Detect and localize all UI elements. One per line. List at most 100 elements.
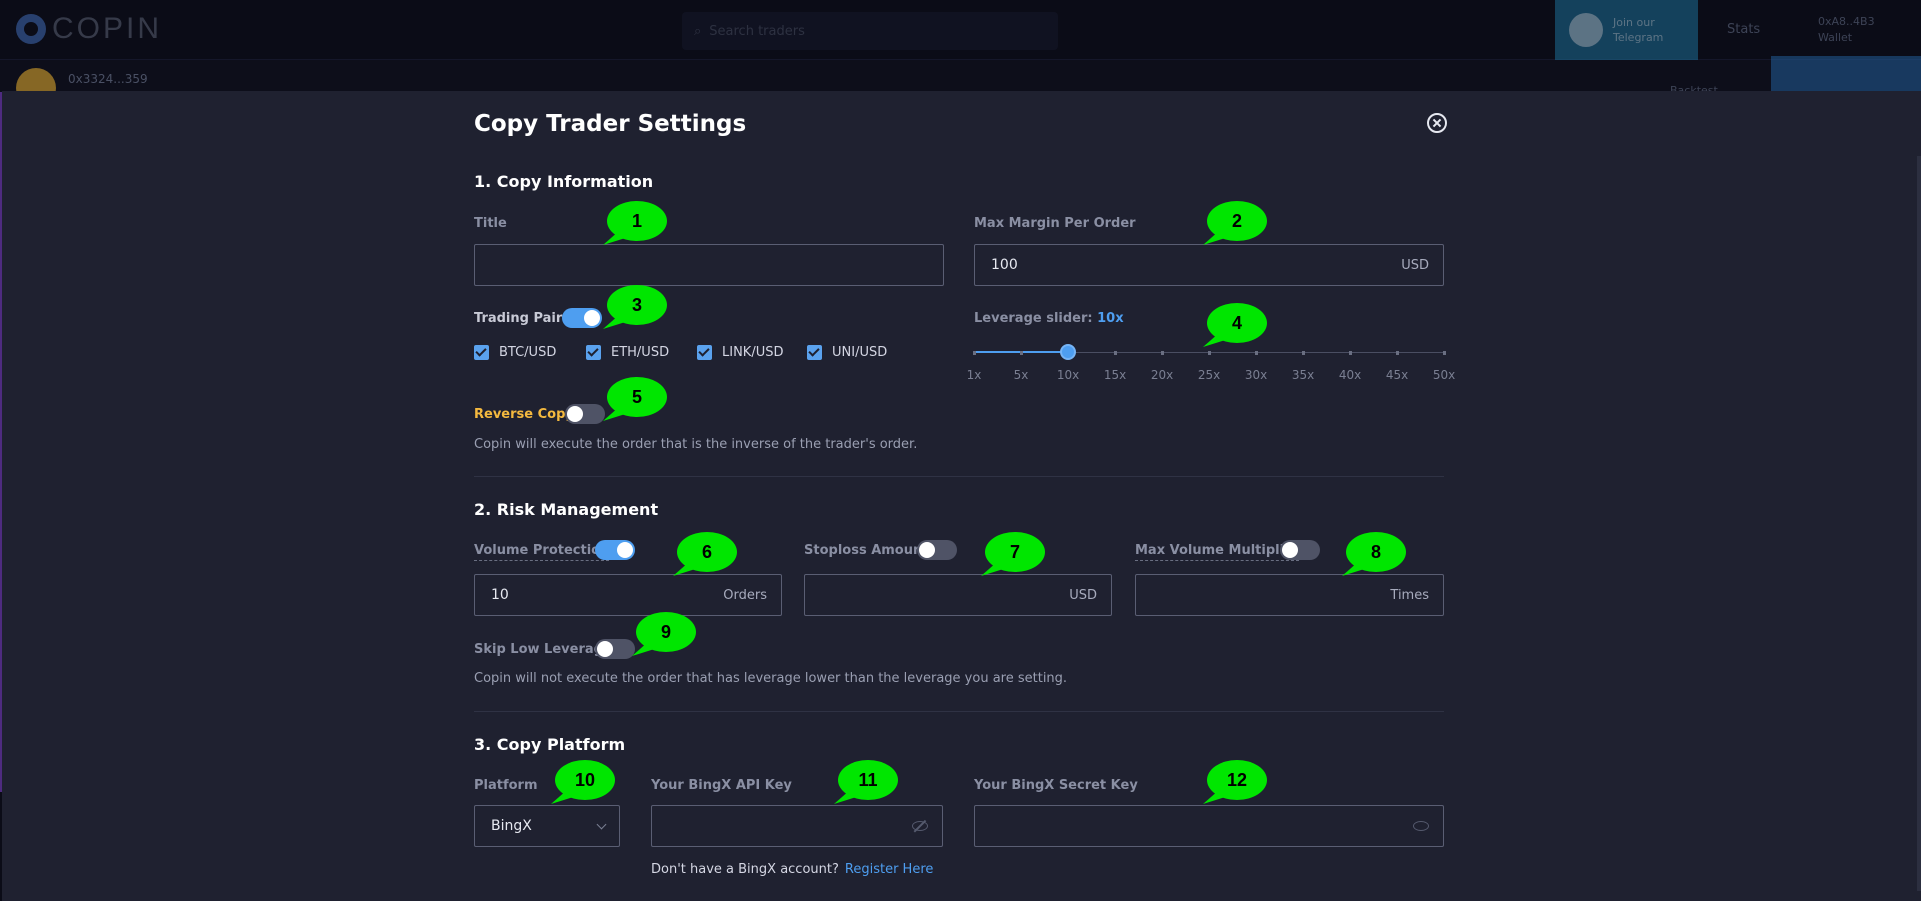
checkbox-checked-icon [807,345,822,360]
slider-tick-label: 15x [1103,368,1127,382]
title-input[interactable] [474,244,944,286]
slider-thumb[interactable] [1060,344,1076,360]
volume-protection-value: 10 [491,587,509,603]
no-account-text: Don't have a BingX account? [651,862,839,877]
annotation-number: 2 [1231,211,1242,231]
eye-icon[interactable] [1413,821,1429,831]
secret-key-input[interactable] [974,805,1444,847]
slider-step-dot [1208,351,1211,355]
max-volume-multiplier-unit: Times [1390,587,1429,603]
telegram-button[interactable]: Join our Telegram [1555,0,1698,60]
stoploss-input[interactable]: USD [804,574,1112,616]
slider-step-dot [1255,351,1258,355]
annotation-number: 9 [660,622,671,642]
app-top-bar: COPIN ⌕ Search traders Join our Telegram… [0,0,1921,60]
copin-logo[interactable]: COPIN [16,12,162,46]
api-key-label: Your BingX API Key [651,778,792,793]
pair-label: BTC/USD [499,345,557,360]
copy-trader-button[interactable] [1771,56,1921,92]
annotation-bubble-9: 9 [632,612,706,656]
volume-protection-label: Volume Protection [474,543,610,561]
logo-icon [16,14,46,44]
top-search-input[interactable]: ⌕ Search traders [682,12,1058,50]
slider-step-dot [1020,351,1023,355]
close-icon[interactable] [1427,113,1447,133]
pair-label: ETH/USD [611,345,670,360]
slider-tick-label: 1x [966,368,982,382]
annotation-bubble-2: 2 [1203,201,1277,245]
pair-checkbox-uni[interactable]: UNI/USD [807,345,887,360]
api-key-input[interactable] [651,805,943,847]
telegram-line-2: Telegram [1613,31,1664,44]
pair-checkbox-eth[interactable]: ETH/USD [586,345,669,360]
annotation-bubble-12: 12 [1203,760,1277,804]
modal-scrollbar[interactable] [1917,156,1921,891]
trader-address: 0x3324...359 [68,72,148,86]
trading-pairs-toggle[interactable] [562,308,602,328]
annotation-number: 3 [631,295,642,315]
slider-tick-label: 40x [1338,368,1362,382]
slider-step-dot [1396,351,1399,355]
checkbox-checked-icon [586,345,601,360]
slider-step-dot [973,351,976,355]
annotation-number: 7 [1009,542,1020,562]
checkbox-checked-icon [474,345,489,360]
skip-low-leverage-label: Skip Low Leverage [474,642,612,657]
slider-tick-label: 5x [1013,368,1029,382]
telegram-line-1: Join our [1613,16,1655,29]
volume-protection-unit: Orders [723,587,767,603]
leverage-value: 10x [1097,311,1124,326]
volume-protection-input[interactable]: 10 Orders [474,574,782,616]
user-wallet-button[interactable]: 0xA8..4B3 Wallet [1818,14,1875,46]
register-link[interactable]: Register Here [845,862,934,877]
annotation-bubble-7: 7 [981,532,1055,576]
annotation-bubble-3: 3 [603,285,677,329]
reverse-copy-toggle[interactable] [565,404,605,424]
chevron-down-icon [596,819,607,829]
skip-low-leverage-description: Copin will not execute the order that ha… [474,671,1068,686]
stoploss-toggle[interactable] [917,540,957,560]
slider-tick-label: 20x [1150,368,1174,382]
annotation-bubble-8: 8 [1342,532,1416,576]
max-volume-multiplier-label: Max Volume Multiplier [1135,543,1300,561]
section-copy-platform-title: 3. Copy Platform [474,735,626,754]
pair-label: LINK/USD [722,345,784,360]
slider-step-dot [1114,351,1117,355]
section-divider [474,476,1444,477]
register-prompt: Don't have a BingX account? Register Here [651,862,933,877]
section-divider [474,711,1444,712]
top-nav-link[interactable]: Stats [1727,22,1760,37]
stoploss-unit: USD [1069,587,1097,603]
annotation-bubble-1: 1 [603,201,677,245]
pair-checkbox-btc[interactable]: BTC/USD [474,345,556,360]
section-copy-information-title: 1. Copy Information [474,172,654,191]
user-wallet-label: Wallet [1818,31,1853,44]
volume-protection-toggle[interactable] [595,540,635,560]
slider-tick-label: 50x [1432,368,1456,382]
title-label: Title [474,216,507,231]
max-volume-multiplier-toggle[interactable] [1280,540,1320,560]
stoploss-label: Stoploss Amount [804,543,929,558]
annotation-number: 12 [1226,770,1248,790]
slider-step-dot [1349,351,1352,355]
skip-low-leverage-toggle[interactable] [595,639,635,659]
annotation-number: 1 [631,211,642,231]
max-volume-multiplier-input[interactable]: Times [1135,574,1444,616]
slider-step-dot [1302,351,1305,355]
search-placeholder: Search traders [709,23,805,39]
annotation-bubble-5: 5 [603,377,677,421]
leverage-label-text: Leverage slider: [974,311,1093,326]
annotation-bubble-11: 11 [834,760,908,804]
section-risk-management-title: 2. Risk Management [474,500,659,519]
leverage-label: Leverage slider: 10x [974,311,1124,326]
logo-text: COPIN [52,12,163,45]
eye-off-icon[interactable] [912,821,928,831]
slider-tick-label: 35x [1291,368,1315,382]
modal-title: Copy Trader Settings [474,111,747,137]
annotation-bubble-10: 10 [551,760,625,804]
pair-checkbox-link[interactable]: LINK/USD [697,345,783,360]
platform-select[interactable]: BingX [474,805,620,847]
slider-tick-label: 30x [1244,368,1268,382]
max-margin-input[interactable]: 100 USD [974,244,1444,286]
annotation-number: 10 [574,770,596,790]
